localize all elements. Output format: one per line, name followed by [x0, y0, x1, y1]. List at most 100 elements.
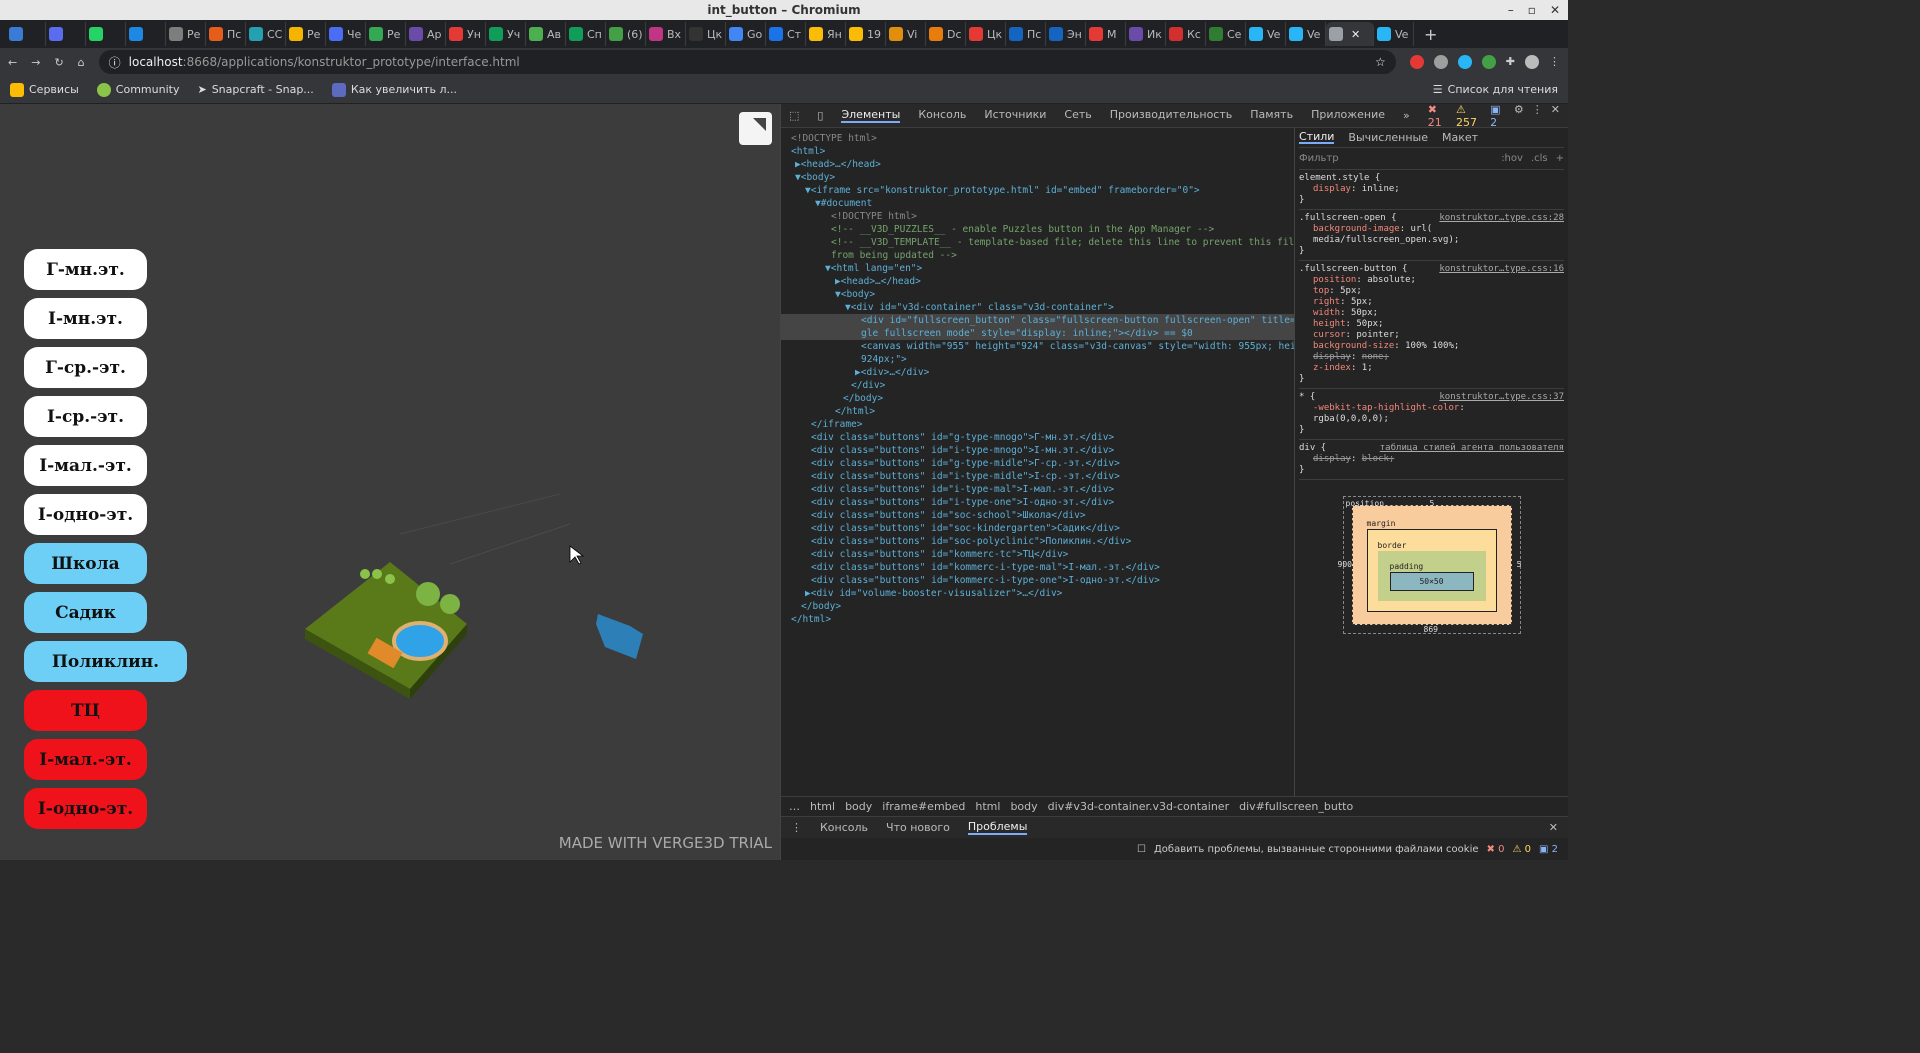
- css-property[interactable]: display: inline;: [1299, 184, 1564, 195]
- css-property[interactable]: display: block;: [1299, 454, 1564, 465]
- dom-node[interactable]: </body>: [781, 392, 1294, 405]
- info-icon[interactable]: ⓘ: [109, 54, 121, 71]
- dom-node[interactable]: <!-- __V3D_PUZZLES__ - enable Puzzles bu…: [781, 223, 1294, 236]
- browser-tab[interactable]: Че: [326, 22, 366, 46]
- dom-node[interactable]: <div class="buttons" id="i-type-mnogo">І…: [781, 444, 1294, 457]
- css-property[interactable]: background-size: 100% 100%;: [1299, 341, 1564, 352]
- dom-node[interactable]: ▼<div id="v3d-container" class="v3d-cont…: [781, 301, 1294, 314]
- styles-tab[interactable]: Макет: [1442, 132, 1478, 143]
- browser-tab[interactable]: Пс: [206, 22, 246, 46]
- devtools-tab[interactable]: Память: [1250, 108, 1293, 123]
- dom-node[interactable]: ▶<div>…</div>: [781, 366, 1294, 379]
- dom-node[interactable]: <div class="buttons" id="soc-polyclinic"…: [781, 535, 1294, 548]
- cls-toggle[interactable]: .cls: [1531, 153, 1548, 164]
- dom-node[interactable]: <!DOCTYPE html>: [781, 132, 1294, 145]
- add-rule-icon[interactable]: +: [1556, 153, 1564, 164]
- profile-avatar[interactable]: [1525, 55, 1539, 69]
- maximize-icon[interactable]: ▫: [1528, 0, 1536, 20]
- browser-tab[interactable]: СС: [246, 22, 286, 46]
- new-tab-button[interactable]: +: [1414, 25, 1447, 44]
- close-icon[interactable]: ✕: [1550, 0, 1560, 20]
- css-property[interactable]: media/fullscreen_open.svg);: [1299, 235, 1564, 246]
- dom-node[interactable]: ▶<head>…</head>: [781, 275, 1294, 288]
- 3d-viewport[interactable]: Г-мн.эт. І-мн.эт. Г-ср.-эт. І-ср.-эт. І-мал.…: [0, 104, 780, 860]
- browser-tab[interactable]: Ав: [526, 22, 566, 46]
- devtools-tab[interactable]: Источники: [984, 108, 1046, 123]
- browser-tab[interactable]: Ар: [406, 22, 446, 46]
- dom-node[interactable]: ▼<body>: [781, 288, 1294, 301]
- bookmark-star-icon[interactable]: ☆: [1375, 55, 1386, 69]
- dom-node[interactable]: <!-- __V3D_TEMPLATE__ - template-based f…: [781, 236, 1294, 249]
- css-property[interactable]: rgba(0,0,0,0);: [1299, 414, 1564, 425]
- tab-close-icon[interactable]: ✕: [1351, 28, 1360, 41]
- dom-node[interactable]: </iframe>: [781, 418, 1294, 431]
- css-property[interactable]: -webkit-tap-highlight-color:: [1299, 403, 1564, 414]
- css-property[interactable]: z-index: 1;: [1299, 363, 1564, 374]
- reading-list[interactable]: ☰ Список для чтения: [1433, 83, 1558, 96]
- dom-node[interactable]: <div class="buttons" id="kommerc-tc">ТЦ<…: [781, 548, 1294, 561]
- browser-tab[interactable]: [46, 22, 86, 46]
- browser-tab[interactable]: Ун: [446, 22, 486, 46]
- hov-toggle[interactable]: :hov: [1501, 153, 1523, 164]
- dom-node[interactable]: from being updated -->: [781, 249, 1294, 262]
- css-property[interactable]: background-image: url(: [1299, 224, 1564, 235]
- breadcrumb-item[interactable]: html: [810, 800, 835, 813]
- devtools-close-icon[interactable]: ✕: [1551, 103, 1560, 129]
- breadcrumb-item[interactable]: body: [1010, 800, 1037, 813]
- browser-tab[interactable]: Ve: [1246, 22, 1286, 46]
- dom-node[interactable]: <!DOCTYPE html>: [781, 210, 1294, 223]
- drawer-menu-icon[interactable]: ⋮: [791, 821, 802, 834]
- drawer-close-icon[interactable]: ✕: [1549, 821, 1558, 834]
- dom-node[interactable]: </html>: [781, 613, 1294, 626]
- dom-node[interactable]: <html>: [781, 145, 1294, 158]
- dom-node[interactable]: ▼<iframe src="konstruktor_prototype.html…: [781, 184, 1294, 197]
- browser-tab[interactable]: ✕: [1326, 22, 1374, 46]
- browser-tab[interactable]: Ve: [1374, 22, 1414, 46]
- dom-node[interactable]: ▼<html lang="en">: [781, 262, 1294, 275]
- dom-node[interactable]: <div class="buttons" id="g-type-mnogo">Г…: [781, 431, 1294, 444]
- breadcrumb-overflow[interactable]: …: [789, 800, 800, 813]
- bookmark-snapcraft[interactable]: ➤ Snapcraft - Snap...: [197, 83, 313, 96]
- reload-icon[interactable]: ↻: [54, 56, 63, 69]
- filter-input[interactable]: Фильтр: [1299, 153, 1339, 164]
- css-property[interactable]: top: 5px;: [1299, 286, 1564, 297]
- browser-tab[interactable]: Цк: [966, 22, 1006, 46]
- dom-node[interactable]: <div class="buttons" id="kommerc-i-type-…: [781, 561, 1294, 574]
- dom-node[interactable]: <div class="buttons" id="i-type-one">І-о…: [781, 496, 1294, 509]
- browser-tab[interactable]: Ре: [366, 22, 406, 46]
- dom-node[interactable]: <div class="buttons" id="g-type-midle">Г…: [781, 457, 1294, 470]
- rule-source-link[interactable]: konstruktor…type.css:37: [1439, 392, 1564, 403]
- dom-node[interactable]: <div id="fullscreen_button" class="fulls…: [781, 314, 1294, 327]
- inspect-icon[interactable]: ⬚: [789, 109, 799, 122]
- browser-tab[interactable]: 19: [846, 22, 886, 46]
- dom-node[interactable]: <div class="buttons" id="i-type-mal">І-м…: [781, 483, 1294, 496]
- drawer-tab[interactable]: Что нового: [886, 821, 950, 834]
- home-icon[interactable]: ⌂: [78, 56, 85, 69]
- puzzle-icon[interactable]: ✚: [1506, 55, 1515, 69]
- download-icon[interactable]: [1481, 55, 1496, 69]
- browser-tab[interactable]: Ре: [286, 22, 326, 46]
- browser-tab[interactable]: (6): [606, 22, 646, 46]
- browser-tab[interactable]: Вх: [646, 22, 686, 46]
- browser-tab[interactable]: Vi: [886, 22, 926, 46]
- dom-node[interactable]: </html>: [781, 405, 1294, 418]
- devtools-tab[interactable]: Сеть: [1064, 108, 1091, 123]
- dom-node[interactable]: ▶<head>…</head>: [781, 158, 1294, 171]
- breadcrumb-item[interactable]: iframe#embed: [882, 800, 965, 813]
- styles-tab[interactable]: Вычисленные: [1348, 132, 1428, 143]
- browser-tab[interactable]: Ve: [1286, 22, 1326, 46]
- dom-node[interactable]: ▶<div id="volume-booster-visusalizer">…<…: [781, 587, 1294, 600]
- browser-tab[interactable]: Ре: [166, 22, 206, 46]
- minimize-icon[interactable]: –: [1508, 0, 1514, 20]
- warning-badge[interactable]: ⚠ 257: [1456, 103, 1482, 129]
- browser-tab[interactable]: Цк: [686, 22, 726, 46]
- rule-source-link[interactable]: konstruktor…type.css:28: [1439, 213, 1564, 224]
- breadcrumb-item[interactable]: html: [975, 800, 1000, 813]
- browser-tab[interactable]: Ст: [766, 22, 806, 46]
- dom-node[interactable]: </div>: [781, 379, 1294, 392]
- rule-source-link[interactable]: таблица стилей агента пользователя: [1380, 443, 1564, 454]
- browser-tab[interactable]: Dc: [926, 22, 966, 46]
- browser-tab[interactable]: [6, 22, 46, 46]
- browser-tab[interactable]: Go: [726, 22, 766, 46]
- browser-tab[interactable]: [86, 22, 126, 46]
